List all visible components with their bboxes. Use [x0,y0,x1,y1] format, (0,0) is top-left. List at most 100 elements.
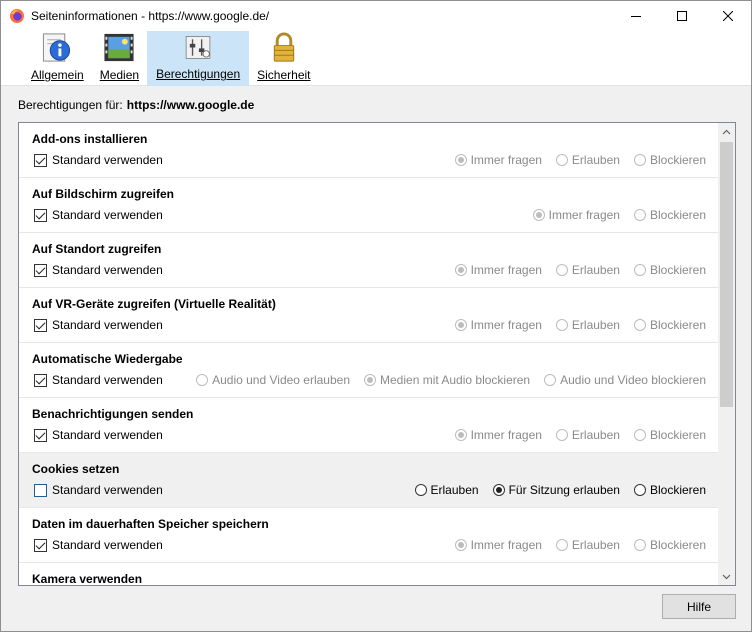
use-default-checkbox[interactable]: Standard verwenden [34,483,163,497]
permission-option-radio: Blockieren [633,208,706,222]
use-default-checkbox[interactable]: Standard verwenden [34,153,163,167]
radio-circle [454,539,467,551]
radio-label: Blockieren [649,263,706,277]
tab-permissions[interactable]: Berechtigungen [147,31,250,86]
use-default-checkbox[interactable]: Standard verwenden [34,373,163,387]
use-default-checkbox[interactable]: Standard verwenden [34,208,163,222]
permission-title: Add-ons installieren [32,132,148,146]
checkbox-label: Standard verwenden [52,538,163,552]
maximize-button[interactable] [659,1,705,31]
radio-circle [555,154,568,166]
permission-option-radio: Erlauben [555,153,620,167]
radio-label: Immer fragen [470,538,542,552]
tab-security[interactable]: Sicherheit [249,31,318,86]
tab-label: Sicherheit [257,68,311,82]
scrollbar-thumb[interactable] [720,142,733,407]
permissions-icon [185,36,211,59]
use-default-checkbox[interactable]: Standard verwenden [34,538,163,552]
permission-option-radio[interactable]: Blockieren [633,483,706,497]
permission-row: Kamera verwendenStandard verwenden [19,563,718,586]
radio-circle[interactable] [492,484,505,496]
checkbox-box[interactable] [34,263,47,277]
info-icon [43,33,71,62]
permission-option-radio[interactable]: Für Sitzung erlauben [492,483,620,497]
checkbox-box[interactable] [34,538,47,552]
permission-row: Automatische Wiedergabe Standard verwende… [19,343,718,398]
chevron-down-icon [722,574,731,579]
radio-label: Medien mit Audio blockieren [380,373,531,387]
permission-option-radio: Blockieren [633,538,706,552]
permission-options: Immer fragen Erlauben Blockieren [441,318,706,332]
radio-label: Immer fragen [548,208,620,222]
media-icon [104,33,134,62]
permission-option-radio[interactable]: Erlauben [414,483,479,497]
permission-options: Immer fragen Blockieren [519,208,706,222]
use-default-checkbox[interactable]: Standard verwenden [34,318,163,332]
radio-circle [555,539,568,551]
radio-label: Immer fragen [470,263,542,277]
minimize-button[interactable] [613,1,659,31]
permission-option-radio: Immer fragen [454,263,542,277]
checkbox-box[interactable] [34,483,47,497]
permission-option-radio: Audio und Video blockieren [544,373,706,387]
permission-title: Daten im dauerhaften Speicher speichern [32,517,269,531]
tab-general[interactable]: Allgemein [23,31,92,86]
radio-circle [633,539,646,551]
close-button[interactable] [705,1,751,31]
checkbox-label: Standard verwenden [52,428,163,442]
radio-label: Immer fragen [470,153,542,167]
tab-media[interactable]: Medien [92,31,147,86]
radio-circle [364,374,377,386]
vertical-scrollbar[interactable] [718,123,735,585]
radio-circle[interactable] [414,484,427,496]
permission-option-radio: Erlauben [555,538,620,552]
checkbox-box[interactable] [34,208,47,222]
permission-title: Cookies setzen [32,462,120,476]
permissions-host: https://www.google.de [126,98,255,112]
checkbox-label: Standard verwenden [52,373,163,387]
permission-row: Auf VR-Geräte zugreifen (Virtuelle Reali… [19,288,718,343]
radio-circle [454,264,467,276]
use-default-checkbox[interactable]: Standard verwenden [34,428,163,442]
radio-label: Blockieren [649,538,706,552]
radio-circle [555,319,568,331]
permission-option-radio: Immer fragen [454,428,542,442]
checkbox-box[interactable] [34,373,47,387]
radio-label: Immer fragen [470,428,542,442]
chevron-up-icon [722,129,731,134]
permission-row: Auf Bildschirm zugreifen Standard verwend… [19,178,718,233]
permission-option-radio: Erlauben [555,263,620,277]
permission-row: Daten im dauerhaften Speicher speichern S… [19,508,718,563]
radio-label: Blockieren [649,428,706,442]
permission-option-radio: Immer fragen [454,153,542,167]
checkbox-box[interactable] [34,153,47,167]
radio-label: Erlauben [571,318,620,332]
checkbox-box[interactable] [34,428,47,442]
radio-circle [454,319,467,331]
radio-circle [555,264,568,276]
permissions-list[interactable]: Add-ons installieren Standard verwenden Im… [18,122,736,586]
lock-icon [273,32,295,62]
help-button[interactable]: Hilfe [662,594,736,619]
checkbox-label: Standard verwenden [52,483,163,497]
permission-options: Erlauben Für Sitzung erlauben Blockieren [401,483,706,497]
tab-label: Berechtigungen [156,67,241,81]
use-default-checkbox[interactable]: Standard verwenden [34,263,163,277]
radio-label: Blockieren [649,208,706,222]
radio-circle[interactable] [633,484,646,496]
permission-option-radio: Blockieren [633,153,706,167]
permission-row: Cookies setzen Standard verwenden Erlauben… [19,453,718,508]
permission-option-radio: Medien mit Audio blockieren [364,373,530,387]
permission-option-radio: Blockieren [633,263,706,277]
scroll-down-button[interactable] [718,568,735,585]
radio-label: Blockieren [649,153,706,167]
radio-circle [633,154,646,166]
scroll-up-button[interactable] [718,123,735,140]
permission-title: Kamera verwenden [32,572,143,586]
checkbox-box[interactable] [34,318,47,332]
minimize-icon [631,16,641,17]
permission-row: Auf Standort zugreifen Standard verwenden… [19,233,718,288]
permission-option-radio: Immer fragen [454,318,542,332]
window-title: Seiteninformationen - https://www.google… [31,9,270,23]
tab-label: Medien [99,68,140,82]
